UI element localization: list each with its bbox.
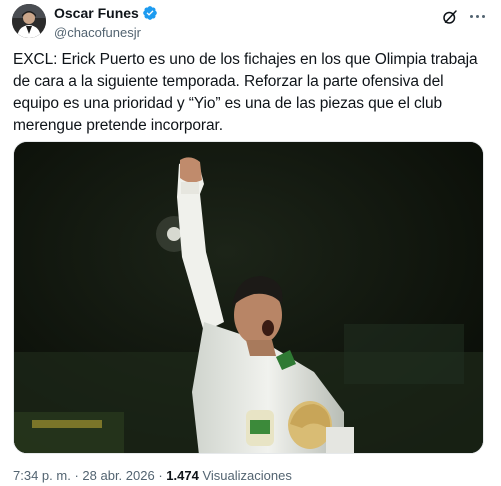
verified-badge-icon xyxy=(142,6,157,20)
views-label: Visualizaciones xyxy=(202,468,292,483)
tweet-text: EXCL: Erick Puerto es uno de los fichaje… xyxy=(13,51,478,134)
meta-separator: · xyxy=(158,468,163,483)
author-info: Oscar Funes @chacofunesjr xyxy=(54,4,158,42)
views-count: 1.474 xyxy=(166,468,199,483)
avatar[interactable] xyxy=(12,4,46,38)
author-display-name[interactable]: Oscar Funes xyxy=(54,4,158,22)
author-handle[interactable]: @chacofunesjr xyxy=(54,24,158,42)
more-options-icon[interactable] xyxy=(467,6,487,26)
tweet-meta: 7:34 p. m. · 28 abr. 2026 · 1.474 Visual… xyxy=(13,467,292,485)
meta-separator: · xyxy=(74,468,79,483)
tweet-time[interactable]: 7:34 p. m. xyxy=(13,468,71,483)
tweet-media-photo[interactable] xyxy=(13,141,484,454)
grok-icon[interactable] xyxy=(441,8,459,26)
tweet-header: Oscar Funes @chacofunesjr xyxy=(12,4,489,44)
tweet-date[interactable]: 28 abr. 2026 xyxy=(82,468,154,483)
author-name-text[interactable]: Oscar Funes xyxy=(54,4,139,22)
photo-illustration xyxy=(14,142,483,453)
